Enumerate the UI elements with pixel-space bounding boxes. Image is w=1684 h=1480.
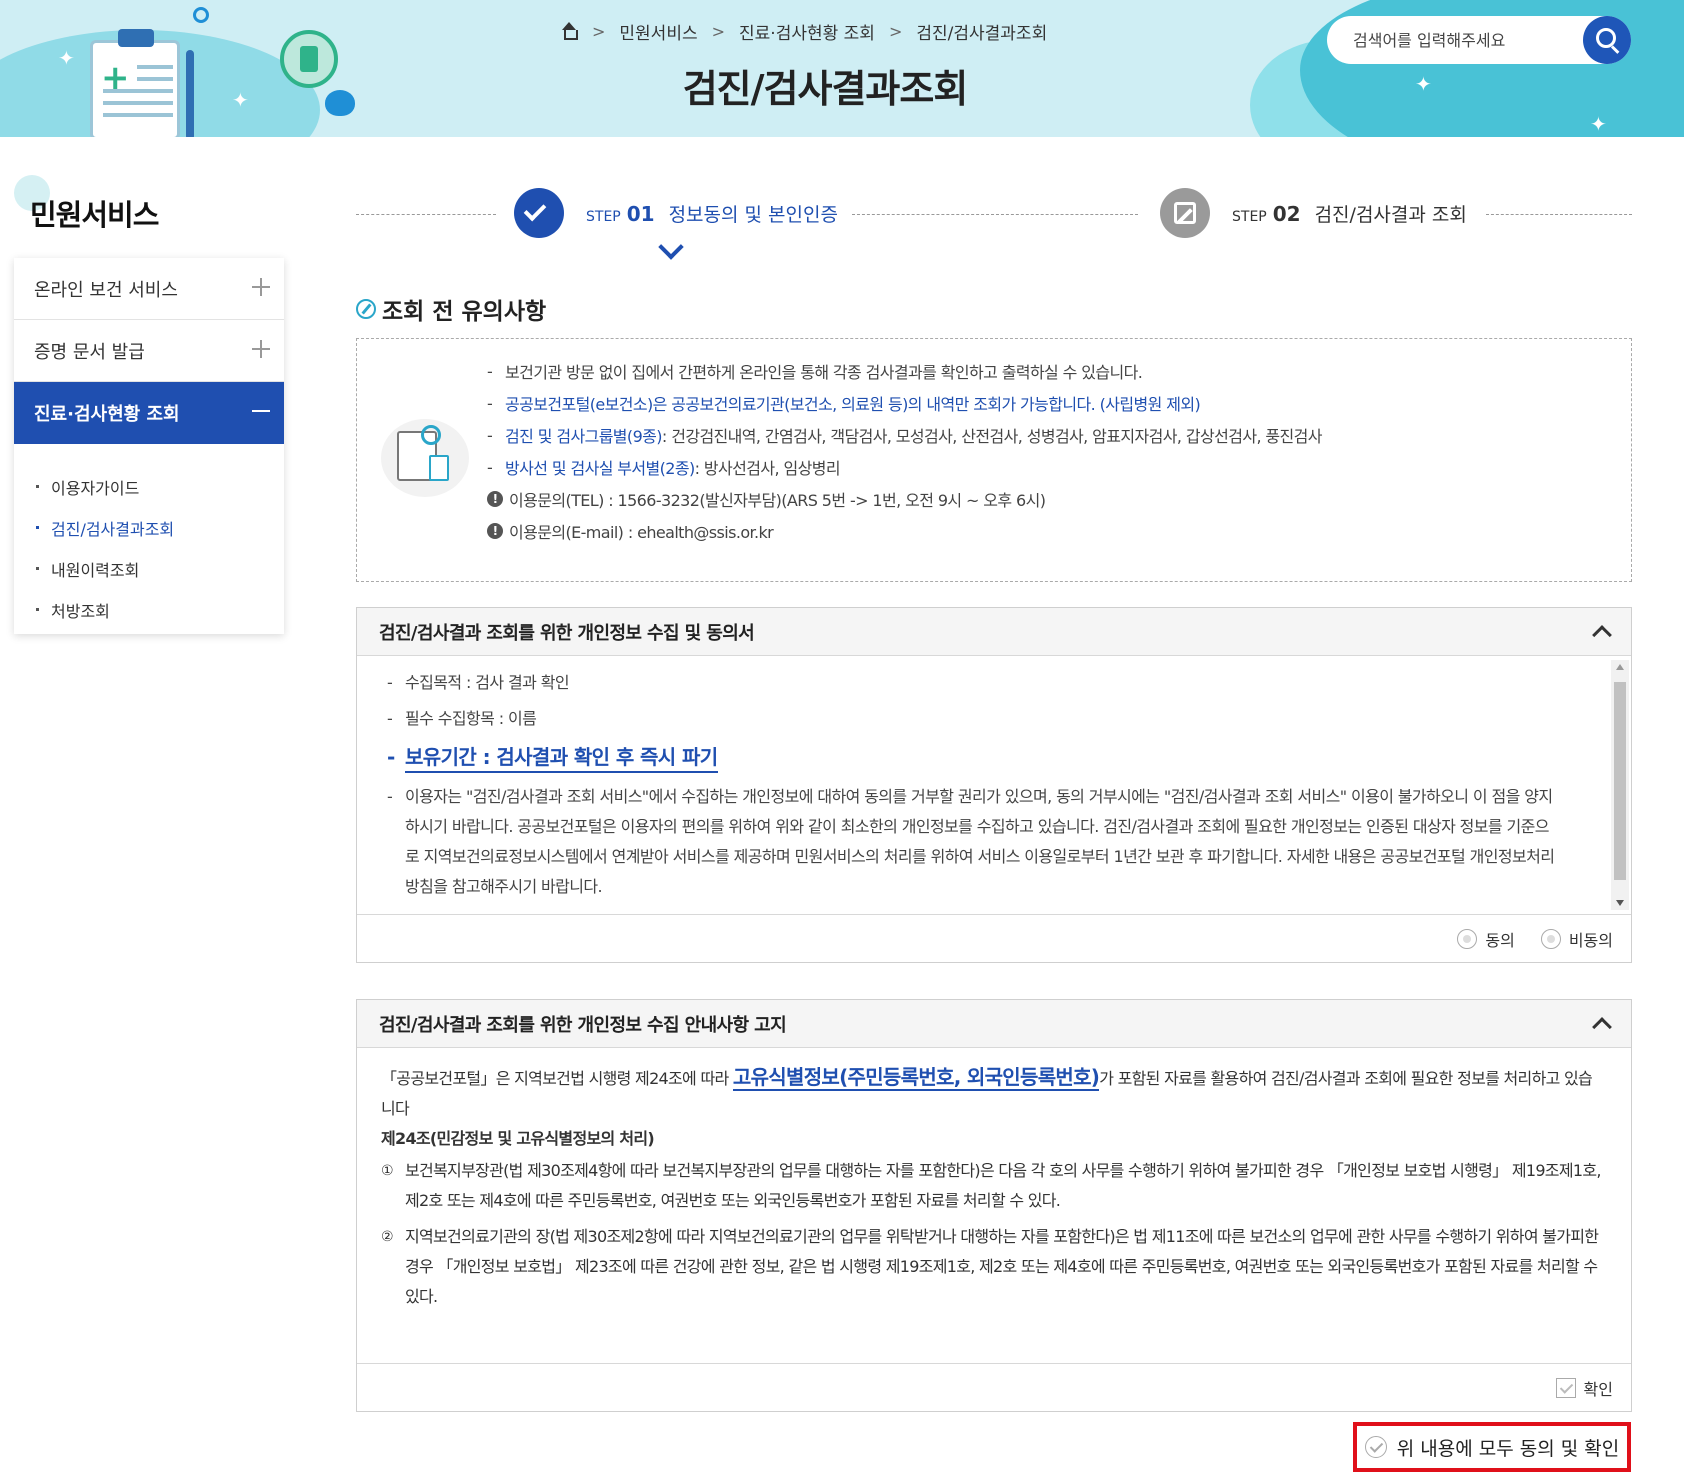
step-divider xyxy=(852,214,1138,215)
document-search-icon xyxy=(381,419,469,497)
sidebar-item-certificates[interactable]: 증명 문서 발급 xyxy=(14,320,284,382)
sidebar-menu: 온라인 보건 서비스 증명 문서 발급 진료·검사현황 조회 이용자가이드 검진… xyxy=(14,258,284,634)
heart-icon xyxy=(325,90,355,116)
notice-title: 조회 전 유의사항 xyxy=(356,292,546,326)
search-input[interactable] xyxy=(1353,30,1563,50)
sparkle-icon: ✦ xyxy=(58,46,75,70)
home-icon[interactable] xyxy=(560,22,578,40)
pen-illustration-icon xyxy=(186,50,194,137)
scroll-down-icon[interactable] xyxy=(1616,900,1624,906)
clipboard-illustration-icon: + xyxy=(90,29,180,137)
info-icon: ! xyxy=(487,523,503,539)
chevron-down-icon xyxy=(658,234,684,260)
breadcrumb: > 민원서비스 > 진료·검사현황 조회 > 검진/검사결과조회 xyxy=(560,18,1047,44)
breadcrumb-item[interactable]: 검진/검사결과조회 xyxy=(916,19,1047,44)
notification-panel-body: 「공공보건포털」은 지역보건법 시행령 제24조에 따라 고유식별정보(주민등록… xyxy=(357,1048,1631,1363)
article-item: ② 지역보건의료기관의 장(법 제30조제2항에 따라 지역보건의료기관의 업무를… xyxy=(381,1227,1599,1306)
consent-purpose: 수집목적 : 검사 결과 확인 xyxy=(387,668,1561,704)
agree-all-button[interactable]: 위 내용에 모두 동의 및 확인 xyxy=(1353,1422,1631,1472)
subitem-visit-history[interactable]: 내원이력조회 xyxy=(14,548,284,589)
notice-tel: ! 이용문의(TEL) : 1566-3232(발신자부담)(ARS 5번 -> … xyxy=(487,483,1322,515)
pencil-icon xyxy=(356,299,376,319)
step-2: STEP 02 검진/검사결과 조회 xyxy=(1232,202,1467,226)
scrollbar[interactable] xyxy=(1611,660,1629,910)
consent-panel-header[interactable]: 검진/검사결과 조회를 위한 개인정보 수집 및 동의서 xyxy=(357,608,1631,656)
subitem-checkup-results[interactable]: 검진/검사결과조회 xyxy=(14,507,284,548)
chevron-right-icon: > xyxy=(888,21,903,41)
subitem-label: 내원이력조회 xyxy=(51,560,140,580)
edit-icon xyxy=(1160,188,1210,238)
agree-label[interactable]: 동의 xyxy=(1485,927,1514,951)
article-item: ① 보건복지부장관(법 제30조제4항에 따라 보건복지부장관의 업무를 대행하는… xyxy=(381,1161,1601,1210)
check-icon xyxy=(514,188,564,238)
sparkle-icon: ✦ xyxy=(232,88,249,112)
breadcrumb-item[interactable]: 민원서비스 xyxy=(619,19,697,44)
subitem-prescriptions[interactable]: 처방조회 xyxy=(14,589,284,630)
notice-line: - 공공보건포털(e보건소)은 공공보건의료기관(보건소, 의료원 등)의 내역만… xyxy=(487,393,1201,415)
sidebar-submenu: 이용자가이드 검진/검사결과조회 내원이력조회 처방조회 xyxy=(14,444,284,630)
scroll-up-icon[interactable] xyxy=(1616,664,1624,670)
confirm-row: 확인 xyxy=(357,1363,1631,1411)
notification-panel-header[interactable]: 검진/검사결과 조회를 위한 개인정보 수집 안내사항 고지 xyxy=(357,1000,1631,1048)
confirm-label[interactable]: 확인 xyxy=(1584,1376,1613,1400)
notification-panel: 검진/검사결과 조회를 위한 개인정보 수집 안내사항 고지 「공공보건포털」은… xyxy=(356,999,1632,1412)
header-banner: + ✦ ✦ ✦ ✦ > 민원서비스 > 진료·검사현황 조회 > 검진/검사결과… xyxy=(0,0,1684,137)
breadcrumb-item[interactable]: 진료·검사현황 조회 xyxy=(739,19,875,44)
page-title: 검진/검사결과조회 xyxy=(682,67,969,111)
sidebar-item-medical-status[interactable]: 진료·검사현황 조회 xyxy=(14,382,284,444)
subitem-label: 처방조회 xyxy=(51,601,110,621)
sparkle-icon: ✦ xyxy=(1590,112,1607,136)
subitem-label: 이용자가이드 xyxy=(51,478,140,498)
notice-line: - 검진 및 검사그룹별(9종) : 건강검진내역, 간염검사, 객담검사, 모성… xyxy=(487,425,1323,447)
consent-paragraph: 이용자는 "검진/검사결과 조회 서비스"에서 수집하는 개인정보에 대하여 동… xyxy=(387,782,1561,902)
notice-email: ! 이용문의(E-mail) : ehealth@ssis.or.kr xyxy=(487,515,1322,547)
disagree-radio[interactable] xyxy=(1540,928,1561,949)
ring-decoration-icon xyxy=(193,7,209,23)
chevron-up-icon[interactable] xyxy=(1592,1017,1612,1037)
search-box xyxy=(1327,16,1631,64)
chevron-up-icon[interactable] xyxy=(1592,625,1612,645)
disagree-label[interactable]: 비동의 xyxy=(1569,927,1613,951)
minus-icon xyxy=(252,402,270,420)
step-divider xyxy=(1486,214,1632,215)
consent-panel-body: 수집목적 : 검사 결과 확인 필수 수집항목 : 이름 보유기간 : 검사결과… xyxy=(357,656,1631,914)
subitem-label: 검진/검사결과조회 xyxy=(51,519,175,539)
sparkle-icon: ✦ xyxy=(1415,72,1432,96)
agree-all-label: 위 내용에 모두 동의 및 확인 xyxy=(1396,1437,1620,1460)
notice-line: - 보건기관 방문 없이 집에서 간편하게 온라인을 통해 각종 검사결과를 확인… xyxy=(487,361,1143,383)
info-icon: ! xyxy=(487,491,503,507)
subitem-user-guide[interactable]: 이용자가이드 xyxy=(14,466,284,507)
consent-panel: 검진/검사결과 조회를 위한 개인정보 수집 및 동의서 수집목적 : 검사 결… xyxy=(356,607,1632,963)
sidebar-item-label: 온라인 보건 서비스 xyxy=(34,279,178,301)
sidebar-item-online-health[interactable]: 온라인 보건 서비스 xyxy=(14,258,284,320)
scrollbar-thumb[interactable] xyxy=(1614,682,1626,880)
step-divider xyxy=(356,214,496,215)
notice-box: - 보건기관 방문 없이 집에서 간편하게 온라인을 통해 각종 검사결과를 확인… xyxy=(356,338,1632,582)
article-title: 제24조(민감정보 및 고유식별정보의 처리) xyxy=(381,1129,655,1148)
step-1: STEP 01 정보동의 및 본인인증 xyxy=(586,202,838,226)
search-button[interactable] xyxy=(1583,16,1631,64)
notice-line: - 방사선 및 검사실 부서별(2종) : 방사선검사, 임상병리 xyxy=(487,457,841,479)
sidebar-item-label: 증명 문서 발급 xyxy=(34,341,145,363)
sidebar-item-label: 진료·검사현황 조회 xyxy=(34,404,180,425)
consent-choices: 동의 비동의 xyxy=(357,914,1631,962)
check-circle-icon xyxy=(1364,1436,1387,1458)
chevron-right-icon: > xyxy=(592,21,606,41)
chevron-right-icon: > xyxy=(711,21,726,41)
confirm-checkbox[interactable] xyxy=(1555,1377,1576,1398)
plus-icon xyxy=(252,278,270,296)
sidebar-title: 민원서비스 xyxy=(30,198,159,232)
medical-kit-icon xyxy=(280,30,338,88)
agree-radio[interactable] xyxy=(1457,928,1478,949)
consent-retention: 보유기간 : 검사결과 확인 후 즉시 파기 xyxy=(387,740,1561,782)
consent-items: 필수 수집항목 : 이름 xyxy=(387,704,1561,740)
notification-intro: 「공공보건포털」은 지역보건법 시행령 제24조에 따라 고유식별정보(주민등록… xyxy=(381,1065,1593,1118)
plus-icon xyxy=(252,340,270,358)
